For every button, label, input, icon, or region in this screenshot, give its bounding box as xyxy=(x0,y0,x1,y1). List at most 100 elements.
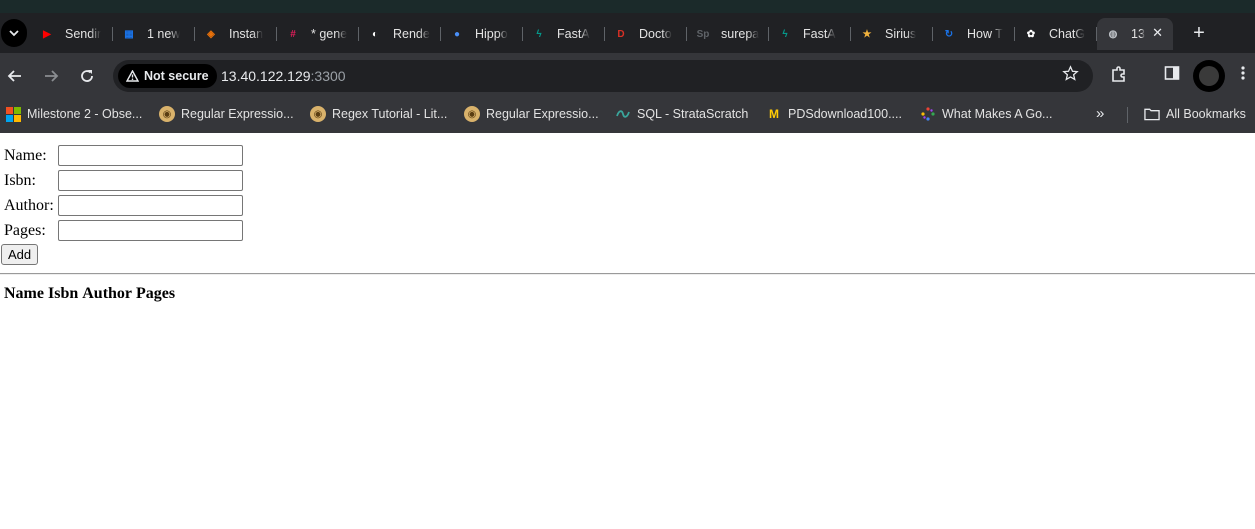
browser-tab[interactable]: ϟ FastA xyxy=(523,18,605,50)
tab-title: FastA xyxy=(557,27,590,41)
tab-strip: ▶ Sendir ▦ 1 new ◈ Instan # * gene ◐ Rende ● Hippo ϟ… xyxy=(0,0,1255,53)
name-input[interactable] xyxy=(58,145,243,166)
author-input[interactable] xyxy=(58,195,243,216)
bookmarks-bar: Milestone 2 - Obse... ◉ Regular Expressi… xyxy=(0,99,1255,130)
column-header-author: Author xyxy=(82,285,133,302)
bookmark-label: Milestone 2 - Obse... xyxy=(27,107,143,121)
all-bookmarks-button[interactable]: All Bookmarks xyxy=(1144,106,1246,122)
bookmarks-divider xyxy=(1127,107,1128,123)
bookmark-label: PDSdownload100.... xyxy=(788,107,902,121)
tab-title: FastA xyxy=(803,27,836,41)
browser-tab[interactable]: ▦ 1 new xyxy=(113,18,195,50)
browser-tab-active[interactable]: ◍ 13 ✕ xyxy=(1097,18,1173,50)
add-button[interactable]: Add xyxy=(1,244,39,265)
browser-tab[interactable]: D Docto xyxy=(605,18,687,50)
michigan-icon: M xyxy=(769,107,779,121)
reload-button[interactable] xyxy=(76,65,98,87)
browser-tab[interactable]: # * gene xyxy=(277,18,359,50)
tab-title: Hippo xyxy=(475,27,508,41)
reload-icon xyxy=(81,70,93,82)
folder-icon xyxy=(1144,106,1160,122)
tab-title: 13 xyxy=(1131,27,1145,41)
column-header-isbn: Isbn xyxy=(47,285,79,302)
browser-tab[interactable]: ϟ FastA xyxy=(769,18,851,50)
site-security-chip[interactable]: Not secure xyxy=(118,64,217,88)
owl-icon: ◉ xyxy=(159,106,175,122)
how-to-icon: ↻ xyxy=(944,28,954,40)
tab-title: surepa xyxy=(721,27,760,41)
side-panel-button[interactable] xyxy=(1164,65,1180,86)
bookmark-label: Regular Expressio... xyxy=(486,107,599,121)
slack-icon: # xyxy=(290,28,296,40)
fastapi-icon: ϟ xyxy=(782,28,788,40)
tab-title: Rende xyxy=(393,27,430,41)
star-icon xyxy=(1062,65,1079,81)
browser-tab[interactable]: ● Hippo xyxy=(441,18,523,50)
url-port: :3300 xyxy=(310,68,346,84)
tab-title: How T xyxy=(967,27,1003,41)
browser-menu-button[interactable] xyxy=(1240,65,1246,86)
browser-tab[interactable]: ▶ Sendir xyxy=(31,18,113,50)
browser-tab[interactable]: ◐ Rende xyxy=(359,18,441,50)
column-header-pages: Pages xyxy=(136,285,176,302)
close-tab-icon[interactable]: ✕ xyxy=(1152,25,1163,41)
side-panel-icon xyxy=(1164,66,1180,80)
page-content: Name: Isbn: Author: Pages: Add Name Isbn… xyxy=(0,133,1255,529)
browser-tab[interactable]: ◈ Instan xyxy=(195,18,277,50)
browser-tab[interactable]: ★ Sirius xyxy=(851,18,933,50)
bookmark-star-button[interactable] xyxy=(1062,65,1079,87)
forward-button[interactable] xyxy=(40,65,62,87)
bookmark-item[interactable]: ◉ Regular Expressio... xyxy=(464,106,599,122)
sirius-icon: ★ xyxy=(862,28,872,40)
bookmark-item[interactable]: M PDSdownload100.... xyxy=(766,106,902,122)
url-text[interactable]: 13.40.122.129:3300 xyxy=(221,68,346,84)
bookmark-label: What Makes A Go... xyxy=(942,107,1053,121)
pages-label: Pages: xyxy=(4,222,46,239)
browser-tab[interactable]: Sp surepa xyxy=(687,18,769,50)
avatar-image xyxy=(1199,66,1219,86)
tab-title: Sendir xyxy=(65,27,102,41)
youtube-icon: ▶ xyxy=(43,28,51,40)
back-arrow-icon xyxy=(7,70,21,82)
bookmark-label: SQL - StrataScratch xyxy=(637,107,749,121)
security-label: Not secure xyxy=(144,69,209,83)
isbn-input[interactable] xyxy=(58,170,243,191)
browser-tab[interactable]: ✿ ChatG xyxy=(1015,18,1097,50)
more-bookmarks-button[interactable]: » xyxy=(1096,105,1104,122)
bookmark-item[interactable]: What Makes A Go... xyxy=(920,106,1052,122)
kebab-menu-icon xyxy=(1241,66,1245,80)
extensions-button[interactable] xyxy=(1110,65,1128,88)
tab-title: * gene xyxy=(311,27,348,41)
owl-icon: ◉ xyxy=(464,106,480,122)
address-bar[interactable]: Not secure 13.40.122.129:3300 xyxy=(113,60,1093,92)
fastapi-icon: ϟ xyxy=(536,28,542,40)
table-header-row: Name Isbn Author Pages xyxy=(4,285,179,303)
pages-input[interactable] xyxy=(58,220,243,241)
tab-title: Docto xyxy=(639,27,672,41)
bookmark-item[interactable]: ◉ Regex Tutorial - Lit... xyxy=(310,106,447,122)
new-tab-button[interactable]: + xyxy=(1186,19,1212,47)
author-label: Author: xyxy=(4,197,54,214)
warning-icon xyxy=(126,70,139,82)
microsoft-icon xyxy=(5,106,21,122)
window-title-bar xyxy=(0,0,1255,13)
tab-title: Sirius xyxy=(885,27,917,41)
name-label: Name: xyxy=(4,147,47,164)
bookmark-item[interactable]: SQL - StrataScratch xyxy=(615,106,748,122)
globe-icon: ◍ xyxy=(1108,28,1118,40)
docto-icon: D xyxy=(617,28,625,40)
hippo-icon: ● xyxy=(453,28,461,40)
forward-arrow-icon xyxy=(45,70,59,82)
chevron-down-icon xyxy=(9,30,19,37)
bookmark-item[interactable]: ◉ Regular Expressio... xyxy=(159,106,294,122)
browser-tab[interactable]: ↻ How T xyxy=(933,18,1015,50)
tab-search-button[interactable] xyxy=(1,19,27,47)
instance-icon: ◈ xyxy=(207,28,215,40)
stratascratch-icon xyxy=(615,106,631,122)
puzzle-icon xyxy=(1112,66,1125,82)
owl-icon: ◉ xyxy=(310,106,326,122)
sparkle-icon xyxy=(920,106,936,122)
profile-avatar[interactable] xyxy=(1193,60,1225,92)
back-button[interactable] xyxy=(4,65,26,87)
bookmark-item[interactable]: Milestone 2 - Obse... xyxy=(5,106,142,122)
